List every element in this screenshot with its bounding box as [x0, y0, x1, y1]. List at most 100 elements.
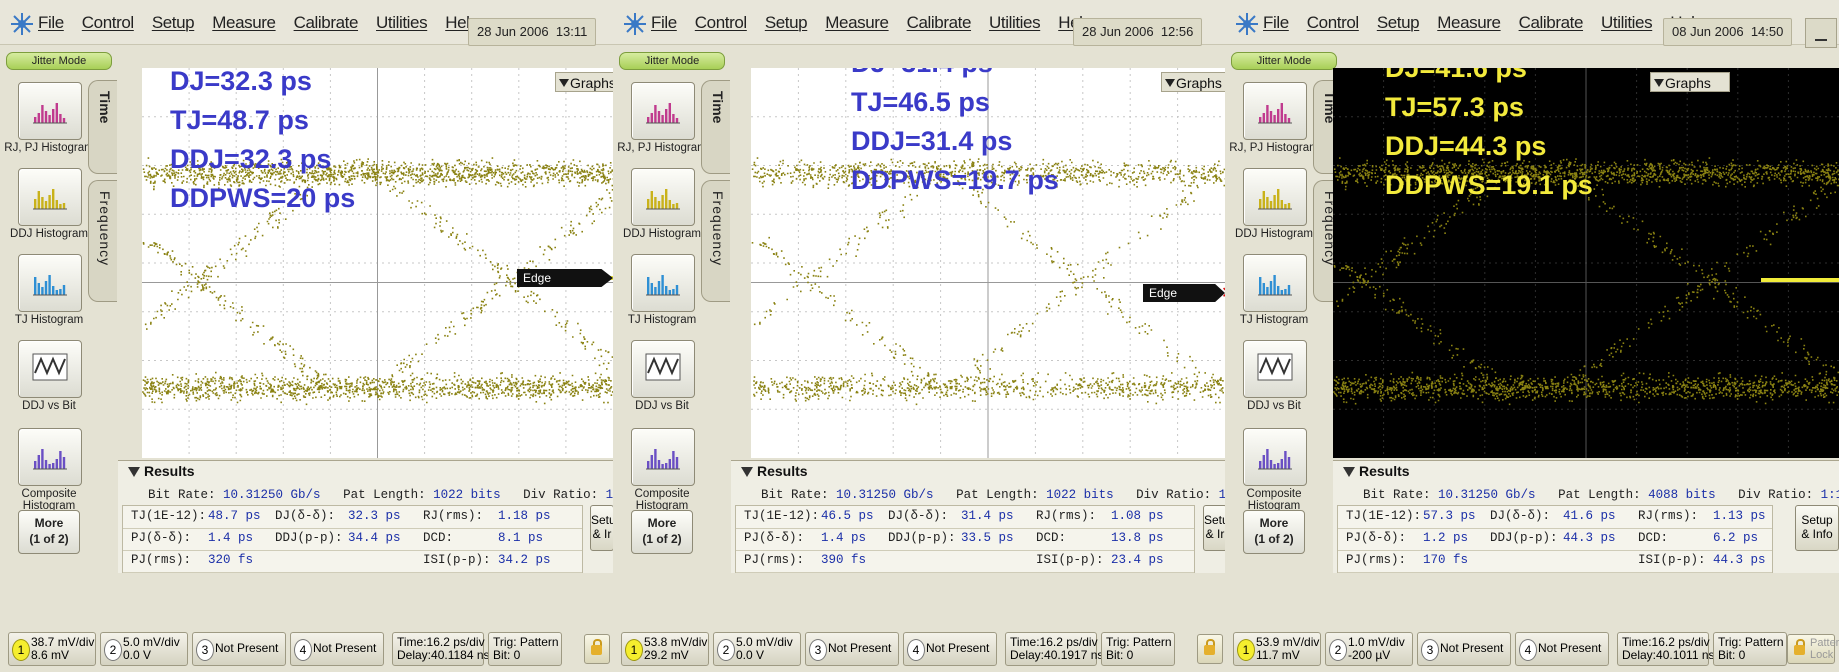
menu-setup[interactable]: Setup: [765, 13, 808, 33]
results-toggle[interactable]: Results: [128, 463, 195, 479]
tool-tj-histogram-button[interactable]: [1243, 254, 1307, 312]
result-value: 32.3 ps: [348, 509, 401, 523]
setup-label: Setu: [591, 513, 613, 527]
scope-panel-1: File Control Setup Measure Calibrate Utilitie…: [0, 0, 613, 672]
setup-info-button[interactable]: Setu& Ir: [590, 505, 613, 551]
tool-ddj-vs-bit-button[interactable]: [631, 340, 695, 398]
menu-calibrate[interactable]: Calibrate: [1519, 13, 1584, 33]
results-table: TJ(1E-12): 46.5 ps DJ(δ-δ): 31.4 ps RJ(rms):…: [735, 505, 1195, 573]
result-div-ratio: 1:1: [605, 488, 613, 502]
menu-measure[interactable]: Measure: [825, 13, 889, 33]
results-summary: Bit Rate: 10.31250 Gb/s Pat Length: 1022…: [761, 488, 1225, 502]
channel-1-button[interactable]: 1 53.8 mV/div 29.2 mV: [621, 632, 709, 666]
menu-control[interactable]: Control: [695, 13, 747, 33]
menu-calibrate[interactable]: Calibrate: [907, 13, 972, 33]
channel-3-button[interactable]: 3 Not Present: [192, 632, 286, 666]
tool-composite-histogram-button[interactable]: [18, 428, 82, 486]
menu-bar: File Control Setup Measure Calibrate Utilitie…: [1225, 0, 1839, 48]
channel-4-button[interactable]: 4 Not Present: [1515, 632, 1609, 666]
result-label: DDJ(p-p):: [888, 531, 956, 545]
info-label: & Ir: [592, 527, 612, 541]
pattern-lock-icon[interactable]: [584, 634, 610, 664]
result-label: TJ(1E-12):: [131, 509, 207, 523]
tool-composite-histogram-button[interactable]: [1243, 428, 1307, 486]
menu-utilities[interactable]: Utilities: [376, 13, 428, 33]
result-value: 33.5 ps: [961, 531, 1014, 545]
menu-measure[interactable]: Measure: [212, 13, 276, 33]
channel-3-button[interactable]: 3 Not Present: [1417, 632, 1511, 666]
channel-3-button[interactable]: 3 Not Present: [805, 632, 899, 666]
channel-scale: 53.9 mV/div 11.7 mV: [1256, 636, 1319, 662]
menu-setup[interactable]: Setup: [152, 13, 195, 33]
setup-info-button[interactable]: Setup & Info: [1795, 505, 1839, 551]
menu-file[interactable]: File: [38, 13, 64, 33]
pattern-lock-icon[interactable]: [1197, 634, 1223, 664]
more-button[interactable]: More (1 of 2): [1243, 510, 1305, 554]
tab-time[interactable]: Time: [88, 80, 117, 174]
menu-file[interactable]: File: [651, 13, 677, 33]
menu-utilities[interactable]: Utilities: [989, 13, 1041, 33]
trigger-button[interactable]: Trig: Pattern Bit: 0: [488, 632, 562, 666]
result-value: 46.5 ps: [821, 509, 874, 523]
timebase-button[interactable]: Time:16.2 ps/div Delay:40.1184 ns: [392, 632, 490, 666]
results-toggle[interactable]: Results: [741, 463, 808, 479]
result-label: PJ(δ-δ):: [744, 531, 805, 545]
tool-composite-histogram-button[interactable]: [631, 428, 695, 486]
channel-2-button[interactable]: 2 5.0 mV/div 0.0 V: [713, 632, 801, 666]
jitter-annotations: DJ=41.6 ps TJ=57.3 ps DDJ=44.3 ps DDPWS=19.…: [1385, 68, 1593, 205]
tool-label: DDJ Histogram: [623, 228, 701, 240]
tool-tj-histogram-button[interactable]: [631, 254, 695, 312]
result-value: 1.4 ps: [208, 531, 254, 545]
channel-4-button[interactable]: 4 Not Present: [903, 632, 997, 666]
channel-2-button[interactable]: 2 1.0 mV/div -200 µV: [1325, 632, 1413, 666]
result-gap: [1211, 488, 1219, 502]
menu-calibrate[interactable]: Calibrate: [294, 13, 359, 33]
trigger-button[interactable]: Trig: Pattern Bit: 0: [1713, 632, 1787, 666]
graphs-dropdown[interactable]: Graphs: [1650, 72, 1730, 92]
menu-control[interactable]: Control: [1307, 13, 1359, 33]
menu-file[interactable]: File: [1263, 13, 1289, 33]
tab-time[interactable]: Time: [701, 80, 730, 174]
menu-measure[interactable]: Measure: [1437, 13, 1501, 33]
channel-1-button[interactable]: 1 53.9 mV/div 11.7 mV: [1233, 632, 1321, 666]
graphs-dropdown[interactable]: Graphs: [555, 72, 613, 92]
tool-ddj-histogram-button[interactable]: [631, 168, 695, 226]
result-label: ISI(p-p):: [1036, 553, 1104, 567]
pattern-lock-line: Lock: [1810, 649, 1834, 661]
tool-rj-pj-histogram-button[interactable]: [18, 82, 82, 140]
menu-utilities[interactable]: Utilities: [1601, 13, 1653, 33]
tool-ddj-vs-bit-button[interactable]: [18, 340, 82, 398]
channel-scale: 1.0 mV/div -200 µV: [1348, 636, 1405, 662]
result-value: 34.4 ps: [348, 531, 401, 545]
timebase-button[interactable]: Time:16.2 ps/div Delay:40.1011 ns: [1617, 632, 1715, 666]
channel-bar: 1 38.7 mV/div 8.6 mV 2 5.0 mV/div 0.0 V 3 Not P…: [0, 620, 613, 672]
channel-4-button[interactable]: 4 Not Present: [290, 632, 384, 666]
menu-setup[interactable]: Setup: [1377, 13, 1420, 33]
tool-ddj-histogram-button[interactable]: [18, 168, 82, 226]
tool-rj-pj-histogram-button[interactable]: [631, 82, 695, 140]
tab-frequency[interactable]: Frequency: [88, 180, 117, 302]
setup-info-button[interactable]: Setu& Ir: [1203, 505, 1225, 551]
result-label: RJ(rms):: [423, 509, 484, 523]
minimize-button[interactable]: [1805, 18, 1837, 48]
channel-number: 2: [717, 639, 735, 661]
time-text: 12:56: [1160, 24, 1194, 39]
menu-control[interactable]: Control: [82, 13, 134, 33]
results-toggle[interactable]: Results: [1343, 463, 1410, 479]
tool-ddj-histogram-button[interactable]: [1243, 168, 1307, 226]
graphs-dropdown[interactable]: Graphs: [1161, 72, 1225, 92]
result-value: 1.13 ps: [1713, 509, 1766, 523]
tool-rj-pj-histogram-button[interactable]: [1243, 82, 1307, 140]
more-button[interactable]: More (1 of 2): [18, 510, 80, 554]
tab-frequency[interactable]: Frequency: [701, 180, 730, 302]
trigger-button[interactable]: Trig: Pattern Bit: 0: [1101, 632, 1175, 666]
channel-2-button[interactable]: 2 5.0 mV/div 0.0 V: [100, 632, 188, 666]
pattern-lock-icon[interactable]: PatternLock: [1787, 634, 1839, 664]
channel-1-button[interactable]: 1 38.7 mV/div 8.6 mV: [8, 632, 96, 666]
result-gap: [1641, 488, 1649, 502]
timebase-button[interactable]: Time:16.2 ps/div Delay:40.1917 ns: [1005, 632, 1103, 666]
tool-tj-histogram-button[interactable]: [18, 254, 82, 312]
tool-ddj-vs-bit-button[interactable]: [1243, 340, 1307, 398]
channel-number: 2: [104, 639, 122, 661]
more-button[interactable]: More (1 of 2): [631, 510, 693, 554]
